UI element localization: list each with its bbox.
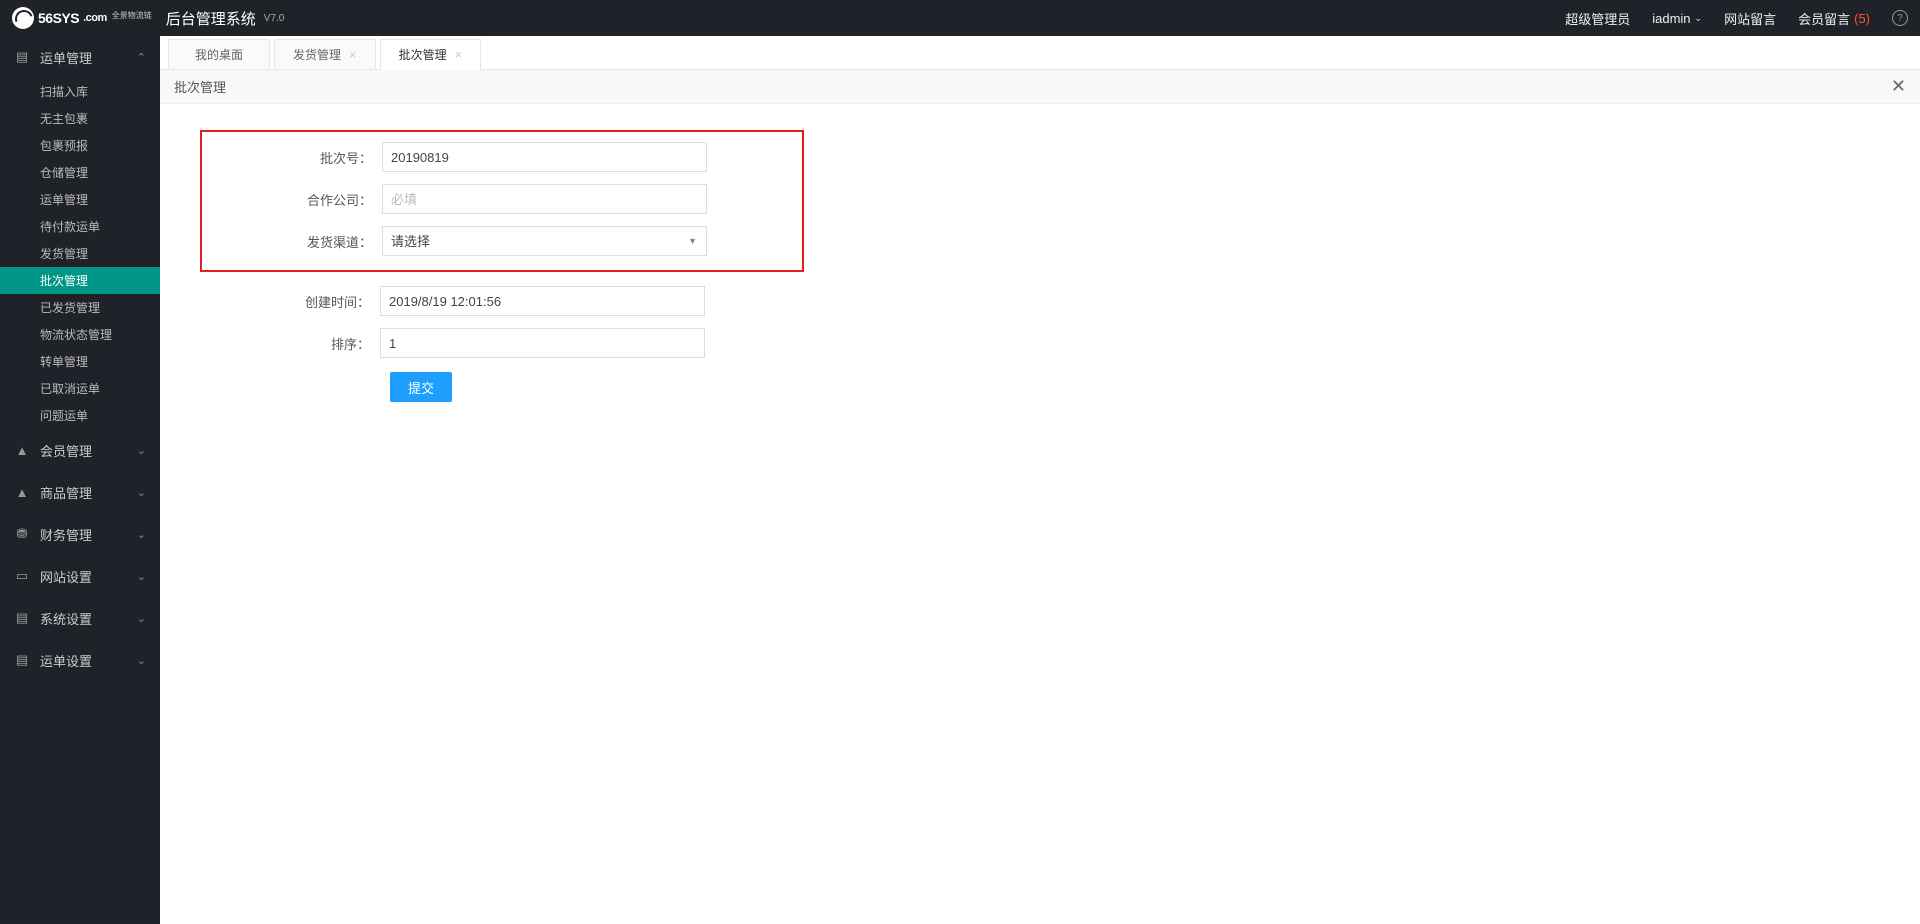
system-title: 后台管理系统: [166, 8, 256, 29]
input-batch-no[interactable]: [382, 142, 707, 172]
chevron-up-icon: ⌃: [137, 51, 146, 64]
member-msg-count: (5): [1854, 11, 1870, 26]
chevron-down-icon: ⌄: [1695, 13, 1703, 24]
nav-header-waybill-settings[interactable]: ▤ 运单设置 ⌄: [0, 639, 160, 681]
nav-header-waybill[interactable]: ▤ 运单管理 ⌃: [0, 36, 160, 78]
nav-header-product[interactable]: ▲ 商品管理 ⌄: [0, 471, 160, 513]
chevron-down-icon: ⌄: [137, 612, 146, 625]
member-messages-link[interactable]: 会员留言 (5): [1798, 9, 1870, 28]
logo-icon: [12, 7, 34, 29]
chevron-down-icon: ⌄: [137, 654, 146, 667]
nav-item-unowned[interactable]: 无主包裹: [0, 105, 160, 132]
nav-header-system[interactable]: ▤ 系统设置 ⌄: [0, 597, 160, 639]
logo-text-main: 56SYS: [38, 10, 79, 26]
chevron-down-icon: ⌄: [137, 486, 146, 499]
highlighted-fields: 批次号： 合作公司： 发货渠道： 请选择 ▼: [200, 130, 804, 272]
nav-header-member[interactable]: ▲ 会员管理 ⌄: [0, 429, 160, 471]
nav-item-storage[interactable]: 仓储管理: [0, 159, 160, 186]
nav-item-batch[interactable]: 批次管理: [0, 267, 160, 294]
row-batch-no: 批次号：: [202, 142, 802, 172]
nav-item-pending-pay[interactable]: 待付款运单: [0, 213, 160, 240]
nav-item-forecast[interactable]: 包裹预报: [0, 132, 160, 159]
label-create-time: 创建时间：: [200, 292, 380, 311]
label-channel: 发货渠道：: [202, 232, 382, 251]
main-area: 我的桌面 发货管理 × 批次管理 × 批次管理 ✕ 批次号： 合作公司： 发货渠…: [160, 36, 1920, 924]
nav-item-shipped[interactable]: 已发货管理: [0, 294, 160, 321]
close-icon[interactable]: ×: [455, 48, 463, 61]
nav-group-label: 网站设置: [40, 567, 92, 586]
label-partner: 合作公司：: [202, 190, 382, 209]
user-icon: ▲: [14, 485, 30, 500]
sidebar: ▤ 运单管理 ⌃ 扫描入库 无主包裹 包裹预报 仓储管理 运单管理 待付款运单 …: [0, 36, 160, 924]
list-icon: ▤: [14, 652, 30, 668]
nav-item-cancelled[interactable]: 已取消运单: [0, 375, 160, 402]
row-sort: 排序：: [200, 328, 804, 358]
input-create-time[interactable]: [380, 286, 705, 316]
label-batch-no: 批次号：: [202, 148, 382, 167]
input-sort[interactable]: [380, 328, 705, 358]
user-menu[interactable]: iadmin ⌄: [1652, 11, 1702, 26]
submit-button[interactable]: 提交: [390, 372, 452, 402]
row-submit: 提交: [200, 372, 804, 402]
tab-desktop[interactable]: 我的桌面: [168, 39, 270, 69]
list-icon: ▤: [14, 610, 30, 626]
nav-item-problem[interactable]: 问题运单: [0, 402, 160, 429]
chevron-down-icon: ⌄: [137, 528, 146, 541]
nav-header-site[interactable]: ▭ 网站设置 ⌄: [0, 555, 160, 597]
logo-subtitle: 全景物流链: [112, 10, 152, 21]
nav-header-finance[interactable]: ⛃ 财务管理 ⌄: [0, 513, 160, 555]
row-partner: 合作公司：: [202, 184, 802, 214]
tab-shipping[interactable]: 发货管理 ×: [274, 39, 376, 69]
nav-group-label: 运单管理: [40, 48, 92, 67]
site-messages-link[interactable]: 网站留言: [1724, 9, 1776, 28]
nav-group-label: 会员管理: [40, 441, 92, 460]
layout-icon: ▭: [14, 568, 30, 584]
input-partner[interactable]: [382, 184, 707, 214]
logo[interactable]: 56SYS .com 全景物流链: [12, 7, 152, 29]
version-label: V7.0: [264, 13, 285, 24]
nav-item-transfer[interactable]: 转单管理: [0, 348, 160, 375]
user-icon: ▲: [14, 443, 30, 458]
finance-icon: ⛃: [14, 526, 30, 542]
tab-label: 批次管理: [399, 46, 447, 63]
logo-text-domain: .com: [83, 12, 107, 24]
top-header: 56SYS .com 全景物流链 后台管理系统 V7.0 超级管理员 iadmin…: [0, 0, 1920, 36]
close-icon[interactable]: ×: [349, 48, 357, 61]
tab-label: 我的桌面: [195, 46, 243, 63]
help-button[interactable]: ?: [1892, 10, 1908, 26]
chevron-down-icon: ⌄: [137, 570, 146, 583]
list-icon: ▤: [14, 49, 30, 65]
tab-batch[interactable]: 批次管理 ×: [380, 39, 482, 69]
role-label: 超级管理员: [1565, 9, 1630, 28]
label-sort: 排序：: [200, 334, 380, 353]
nav-item-scan-in[interactable]: 扫描入库: [0, 78, 160, 105]
chevron-down-icon: ⌄: [137, 444, 146, 457]
nav-group-label: 系统设置: [40, 609, 92, 628]
page-title: 批次管理: [174, 77, 226, 96]
row-create-time: 创建时间：: [200, 286, 804, 316]
nav-item-waybill[interactable]: 运单管理: [0, 186, 160, 213]
nav-item-shipping[interactable]: 发货管理: [0, 240, 160, 267]
nav-group-waybill: ▤ 运单管理 ⌃ 扫描入库 无主包裹 包裹预报 仓储管理 运单管理 待付款运单 …: [0, 36, 160, 429]
tab-label: 发货管理: [293, 46, 341, 63]
page-close-button[interactable]: ✕: [1891, 76, 1906, 97]
nav-group-label: 财务管理: [40, 525, 92, 544]
username: iadmin: [1652, 11, 1690, 26]
page-title-bar: 批次管理 ✕: [160, 70, 1920, 104]
row-channel: 发货渠道： 请选择 ▼: [202, 226, 802, 256]
content-area: 批次号： 合作公司： 发货渠道： 请选择 ▼ 创建时间：: [160, 104, 1920, 924]
header-right: 超级管理员 iadmin ⌄ 网站留言 会员留言 (5) ?: [1565, 9, 1908, 28]
nav-group-label: 商品管理: [40, 483, 92, 502]
nav-item-logistics-status[interactable]: 物流状态管理: [0, 321, 160, 348]
select-channel[interactable]: 请选择: [382, 226, 707, 256]
help-icon: ?: [1892, 10, 1908, 26]
tab-bar: 我的桌面 发货管理 × 批次管理 ×: [160, 36, 1920, 70]
member-msg-label: 会员留言: [1798, 9, 1850, 28]
nav-group-label: 运单设置: [40, 651, 92, 670]
